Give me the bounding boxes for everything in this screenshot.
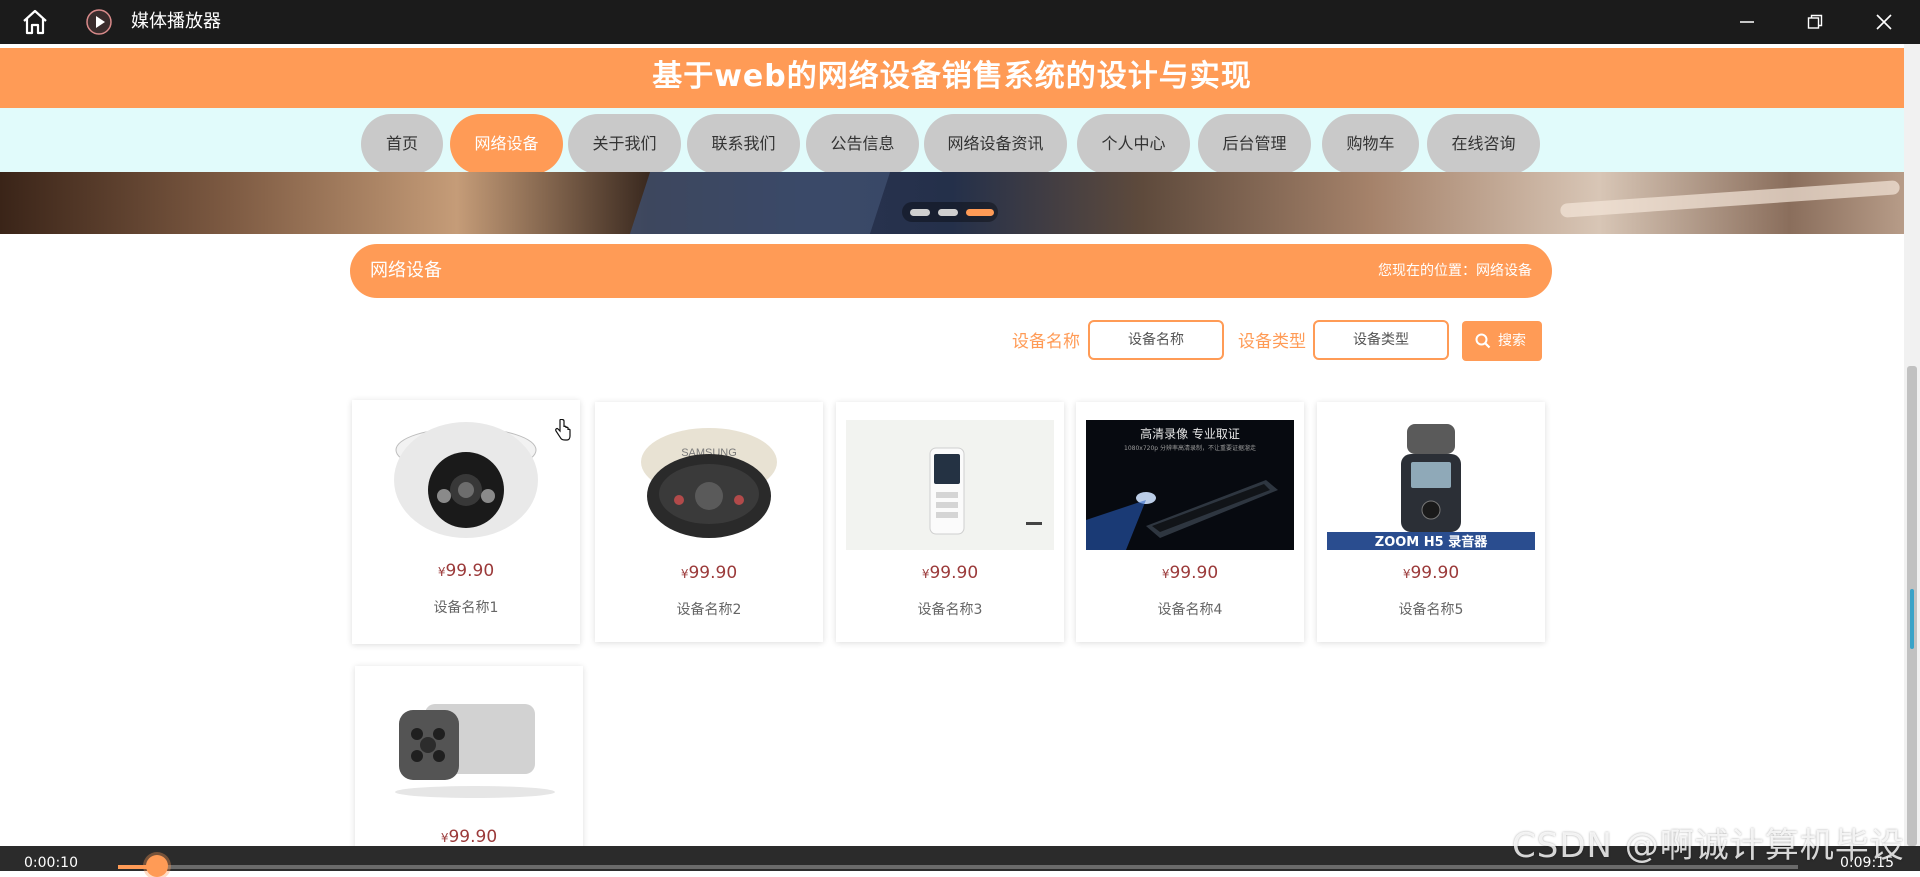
video-frame: 基于web的网络设备销售系统的设计与实现 首页 网络设备 关于我们 联系我们 公…	[0, 44, 1904, 846]
product-name[interactable]: 设备名称1	[352, 598, 580, 618]
restore-button[interactable]	[1781, 0, 1849, 44]
nav-item-news[interactable]: 网络设备资讯	[924, 114, 1067, 174]
device-type-input[interactable]: 设备类型	[1313, 320, 1449, 360]
product-card[interactable]: ¥99.90 设备名称3	[836, 402, 1064, 642]
minimize-button[interactable]	[1713, 0, 1781, 44]
product-price: ¥99.90	[836, 562, 1064, 585]
device-name-label: 设备名称	[1012, 332, 1080, 352]
product-card[interactable]: ¥99.90	[355, 666, 583, 846]
price-value: 99.90	[448, 827, 498, 846]
nav-item-consult[interactable]: 在线咨询	[1427, 114, 1540, 174]
section-title-bar: 网络设备 您现在的位置：网络设备	[350, 244, 1552, 298]
product-price: ¥99.90	[352, 560, 580, 583]
product-name[interactable]: 设备名称5	[1317, 600, 1545, 620]
breadcrumb: 您现在的位置：网络设备	[1378, 244, 1532, 298]
nav-item-admin[interactable]: 后台管理	[1198, 114, 1311, 174]
product-image-voice-recorder[interactable]	[846, 420, 1054, 550]
hand-cursor-icon	[555, 419, 571, 441]
section-title: 网络设备	[370, 260, 442, 281]
product-card[interactable]: ZOOM H5 录音器 ¥99.90 设备名称5	[1317, 402, 1545, 642]
price-value: 99.90	[445, 561, 495, 581]
product-price: ¥99.90	[595, 562, 823, 585]
product-card[interactable]: SAMSUNG ¥99.90 设备名称2	[595, 402, 823, 642]
nav-item-notices[interactable]: 公告信息	[806, 114, 919, 174]
product-price: ¥99.90	[1076, 562, 1304, 585]
media-player-logo-icon	[86, 9, 112, 35]
product-name[interactable]: 设备名称3	[836, 600, 1064, 620]
carousel-dot-2[interactable]	[938, 209, 958, 216]
product-image-bullet-camera[interactable]	[365, 684, 573, 814]
banner-image	[629, 172, 891, 234]
product-banner-headline: 高清录像 专业取证	[1140, 426, 1240, 441]
watermark-text: CSDN @啊诚计算机毕设	[1512, 826, 1905, 866]
search-button[interactable]: 搜索	[1462, 321, 1542, 361]
breadcrumb-label: 您现在的位置：	[1378, 263, 1476, 279]
search-icon	[1475, 333, 1491, 349]
product-name[interactable]: 设备名称4	[1076, 600, 1304, 620]
app-title: 媒体播放器	[131, 11, 221, 32]
product-banner-subline: 1080x720p 分辨率高清录制，不让重要证据溜走	[1124, 444, 1256, 452]
product-image-samsung-dome[interactable]: SAMSUNG	[605, 420, 813, 550]
price-value: 99.90	[929, 563, 979, 583]
product-name[interactable]: 设备名称2	[595, 600, 823, 620]
carousel-banner[interactable]	[0, 172, 1904, 234]
breadcrumb-current[interactable]: 网络设备	[1476, 263, 1532, 279]
price-value: 99.90	[688, 563, 738, 583]
vertical-scrollbar[interactable]	[1904, 44, 1920, 846]
nav-item-profile[interactable]: 个人中心	[1077, 114, 1190, 174]
player-titlebar: 媒体播放器	[0, 0, 1920, 44]
seek-handle[interactable]	[146, 855, 168, 877]
carousel-dot-3-active[interactable]	[966, 209, 994, 216]
nav-item-about[interactable]: 关于我们	[568, 114, 681, 174]
device-name-input[interactable]: 设备名称	[1088, 320, 1224, 360]
nav-item-contact[interactable]: 联系我们	[687, 114, 800, 174]
price-value: 99.90	[1169, 563, 1219, 583]
banner-image-highlight	[1559, 180, 1901, 218]
product-card[interactable]: 高清录像 专业取证 1080x720p 分辨率高清录制，不让重要证据溜走 ¥99…	[1076, 402, 1304, 642]
price-value: 99.90	[1410, 563, 1460, 583]
main-nav: 首页 网络设备 关于我们 联系我们 公告信息 网络设备资讯 个人中心 后台管理 …	[0, 108, 1904, 174]
home-icon[interactable]	[20, 9, 50, 35]
device-type-label: 设备类型	[1238, 332, 1306, 352]
carousel-indicators	[902, 202, 998, 222]
product-caption-text: ZOOM H5 录音器	[1375, 534, 1488, 550]
elapsed-time: 0:00:10	[24, 855, 78, 871]
site-header-title: 基于web的网络设备销售系统的设计与实现	[0, 48, 1904, 108]
close-button[interactable]	[1850, 0, 1918, 44]
nav-item-devices[interactable]: 网络设备	[450, 114, 563, 174]
carousel-dot-1[interactable]	[910, 209, 930, 216]
scroll-position-marker	[1910, 589, 1914, 649]
nav-item-cart[interactable]: 购物车	[1322, 114, 1419, 174]
product-card[interactable]: ¥99.90 设备名称1	[352, 400, 580, 644]
product-price: ¥99.90	[1317, 562, 1545, 585]
nav-item-home[interactable]: 首页	[361, 114, 443, 174]
product-price: ¥99.90	[355, 826, 583, 846]
search-button-label: 搜索	[1498, 333, 1526, 349]
product-image-dome-camera[interactable]	[362, 418, 570, 548]
product-image-zoom-h5[interactable]: ZOOM H5 录音器	[1327, 420, 1535, 550]
product-image-pen-recorder[interactable]: 高清录像 专业取证 1080x720p 分辨率高清录制，不让重要证据溜走	[1086, 420, 1294, 550]
